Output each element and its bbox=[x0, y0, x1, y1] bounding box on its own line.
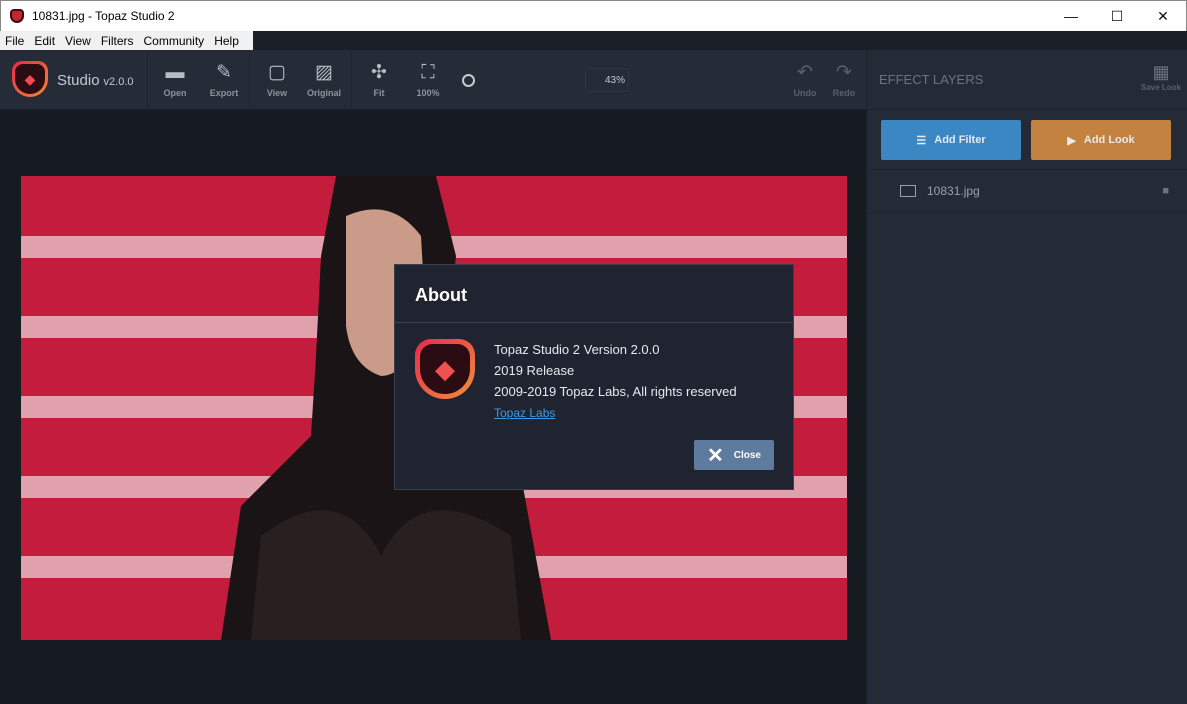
menu-community[interactable]: Community bbox=[139, 34, 210, 48]
panel-title: EFFECT LAYERS bbox=[879, 72, 984, 87]
fit-button[interactable]: ✣ Fit bbox=[359, 62, 399, 98]
effect-layers-panel: EFFECT LAYERS ▦ Save Look ☰ Add Filter ▶ Ad… bbox=[866, 50, 1187, 704]
save-look-button[interactable]: ▦ Save Look bbox=[1141, 62, 1181, 92]
release-text: 2019 Release bbox=[494, 363, 575, 378]
add-filter-button[interactable]: ☰ Add Filter bbox=[881, 120, 1021, 160]
version-text: Topaz Studio 2 Version 2.0.0 bbox=[494, 342, 660, 357]
close-label: Close bbox=[733, 449, 761, 461]
close-button[interactable]: ✕ Close bbox=[694, 440, 774, 470]
copyright-text: 2009-2019 Topaz Labs, All rights reserve… bbox=[494, 384, 737, 399]
lock-icon[interactable]: ■ bbox=[1162, 185, 1169, 197]
original-label: Original bbox=[306, 88, 341, 98]
fullscreen-icon: ⛶ bbox=[421, 62, 435, 83]
open-label: Open bbox=[163, 88, 187, 98]
zoom-100-button[interactable]: ⛶ 100% bbox=[408, 62, 448, 98]
grid-plus-icon: ▦ bbox=[1152, 62, 1170, 82]
menu-bar: File Edit View Filters Community Help bbox=[0, 31, 1187, 50]
view-label: View bbox=[266, 88, 288, 98]
brand: Studio v2.0.0 bbox=[57, 72, 134, 89]
maximize-button[interactable]: ☐ bbox=[1094, 1, 1140, 31]
menu-filters[interactable]: Filters bbox=[96, 34, 139, 48]
view-button[interactable]: ▢ View bbox=[257, 62, 297, 98]
redo-icon: ↷ bbox=[836, 62, 852, 83]
fit-label: Fit bbox=[373, 88, 385, 98]
export-label: Export bbox=[209, 88, 239, 98]
topaz-labs-link[interactable]: Topaz Labs bbox=[494, 406, 555, 420]
zoom-slider[interactable] bbox=[462, 74, 475, 87]
minimize-button[interactable]: — bbox=[1048, 1, 1094, 31]
sliders-icon: ☰ bbox=[916, 134, 927, 147]
undo-button[interactable]: ↶ Undo bbox=[785, 62, 825, 98]
add-filter-label: Add Filter bbox=[934, 134, 986, 146]
menu-file[interactable]: File bbox=[0, 34, 29, 48]
menu-help[interactable]: Help bbox=[209, 34, 244, 48]
look-icon: ▶ bbox=[1067, 134, 1076, 147]
app-icon bbox=[10, 9, 24, 23]
export-button[interactable]: ✎ Export bbox=[204, 62, 244, 98]
menu-edit[interactable]: Edit bbox=[29, 34, 60, 48]
topaz-logo-icon: ◆ bbox=[415, 339, 475, 399]
zoom-level[interactable]: 43% bbox=[585, 68, 629, 92]
toolbar: ◆ Studio v2.0.0 ▬ Open ✎ Export ▢ View ▨ Orig… bbox=[0, 50, 866, 110]
layer-name: 10831.jpg bbox=[927, 184, 980, 198]
redo-button[interactable]: ↷ Redo bbox=[824, 62, 864, 98]
redo-label: Redo bbox=[832, 88, 856, 98]
add-look-label: Add Look bbox=[1083, 134, 1135, 146]
close-icon: ✕ bbox=[707, 444, 724, 467]
full-label: 100% bbox=[416, 88, 440, 98]
open-button[interactable]: ▬ Open bbox=[155, 62, 195, 98]
view-icon: ▢ bbox=[268, 62, 286, 83]
about-dialog: About ◆ Topaz Studio 2 Version 2.0.0 201… bbox=[394, 264, 794, 490]
image-icon: ▨ bbox=[315, 62, 333, 83]
topaz-logo-icon: ◆ bbox=[12, 61, 48, 97]
brand-name: Studio bbox=[57, 72, 100, 89]
menu-view[interactable]: View bbox=[60, 34, 96, 48]
original-button[interactable]: ▨ Original bbox=[304, 62, 344, 98]
layer-item[interactable]: 10831.jpg ■ bbox=[867, 169, 1187, 213]
folder-icon: ▬ bbox=[165, 62, 185, 83]
undo-icon: ↶ bbox=[797, 62, 813, 83]
close-window-button[interactable]: ✕ bbox=[1140, 1, 1186, 31]
fit-icon: ✣ bbox=[371, 62, 387, 83]
add-look-button[interactable]: ▶ Add Look bbox=[1031, 120, 1171, 160]
window-title: 10831.jpg - Topaz Studio 2 bbox=[32, 9, 175, 23]
brand-version: v2.0.0 bbox=[103, 76, 134, 88]
export-icon: ✎ bbox=[216, 62, 232, 83]
title-bar: 10831.jpg - Topaz Studio 2 — ☐ ✕ bbox=[0, 0, 1187, 31]
dialog-title: About bbox=[395, 265, 793, 323]
undo-label: Undo bbox=[793, 88, 817, 98]
image-icon bbox=[900, 185, 916, 197]
save-look-label: Save Look bbox=[1140, 83, 1181, 92]
